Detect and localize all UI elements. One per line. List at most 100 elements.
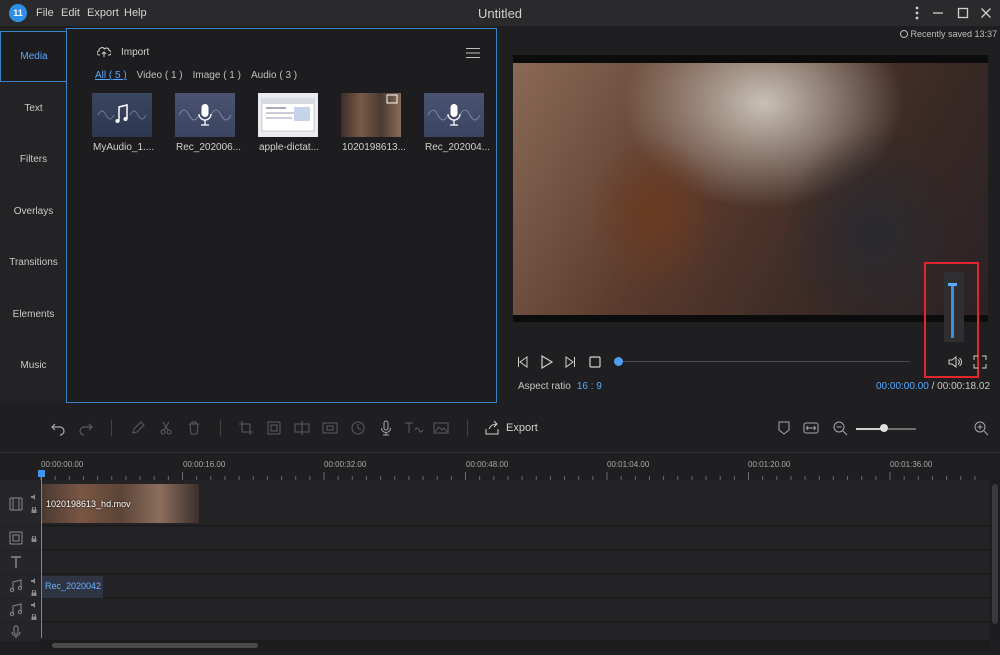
media-item-image-thumb[interactable] [258, 93, 318, 137]
speaker-icon[interactable] [31, 602, 37, 608]
media-item-recording-thumb[interactable] [175, 93, 235, 137]
zoom-out-icon[interactable] [832, 420, 848, 436]
horizontal-scroll-thumb[interactable] [52, 643, 258, 648]
tab-transitions[interactable]: Transitions [0, 237, 67, 288]
music-track[interactable] [0, 599, 990, 622]
resize-icon[interactable] [266, 420, 282, 436]
zoom-handle[interactable] [880, 424, 888, 432]
crop-icon[interactable] [238, 420, 254, 436]
media-item-label: 1020198613... [342, 142, 406, 153]
aspect-label: Aspect ratio [518, 381, 571, 392]
tab-media[interactable]: Media [0, 31, 67, 82]
overlay-track[interactable] [0, 527, 990, 550]
audio-track[interactable] [0, 575, 990, 598]
music-track-icon [9, 579, 23, 593]
import-label: Import [121, 46, 150, 58]
ruler-label: 00:01:04.00 [607, 460, 650, 469]
vertical-scroll-thumb[interactable] [992, 484, 998, 624]
lock-icon[interactable] [31, 536, 37, 542]
tab-elements[interactable]: Elements [0, 289, 67, 340]
next-frame-icon[interactable] [563, 355, 577, 369]
lock-icon[interactable] [31, 590, 37, 596]
minimize-icon[interactable] [930, 5, 946, 21]
undo-icon[interactable] [50, 420, 66, 436]
media-filter-bar: All ( 5 ) Video ( 1 ) Image ( 1 ) Audio … [95, 70, 297, 81]
video-preview[interactable] [513, 55, 988, 322]
text-to-speech-icon[interactable] [404, 420, 424, 436]
ruler-label: 00:00:16.00 [183, 460, 226, 469]
video-track-icon [9, 497, 23, 511]
image-edit-icon[interactable] [433, 420, 449, 436]
stop-icon[interactable] [588, 355, 602, 369]
toolbar-divider [111, 420, 112, 436]
audio-clip[interactable]: Rec_2020042 [42, 576, 103, 598]
tab-text[interactable]: Text [0, 83, 67, 134]
list-view-icon[interactable] [466, 47, 480, 59]
import-icon [97, 46, 111, 58]
export-icon [484, 420, 500, 436]
mosaic-icon[interactable] [322, 420, 338, 436]
ruler-label: 00:01:36.00 [890, 460, 933, 469]
import-button[interactable]: Import [97, 46, 149, 58]
play-icon[interactable] [540, 355, 554, 369]
tab-filters[interactable]: Filters [0, 134, 67, 185]
zoom-in-icon[interactable] [973, 420, 989, 436]
tab-music[interactable]: Music [0, 340, 67, 391]
playhead-handle[interactable] [38, 470, 45, 477]
microphone-icon[interactable] [378, 420, 394, 436]
aspect-ratio: Aspect ratio 16 : 9 [518, 381, 602, 392]
close-icon[interactable] [978, 5, 994, 21]
audio-clip-label: Rec_2020042 [45, 581, 102, 591]
more-options-icon[interactable] [909, 5, 925, 21]
playback-handle[interactable] [614, 357, 623, 366]
playhead[interactable] [41, 472, 42, 638]
volume-icon[interactable] [948, 355, 962, 369]
lock-icon[interactable] [31, 614, 37, 620]
video-clip[interactable]: 1020198613_hd.mov [42, 484, 199, 523]
overlay-track-icon [9, 531, 23, 545]
time-separator: / [931, 381, 935, 392]
fullscreen-icon[interactable] [973, 355, 987, 369]
music-track-icon [9, 603, 23, 617]
saved-text: Recently saved 13:37 [910, 29, 998, 39]
split-icon[interactable] [294, 420, 310, 436]
microphone-track-icon [9, 625, 23, 639]
ruler-label: 00:00:00.00 [41, 460, 84, 469]
fit-timeline-icon[interactable] [803, 420, 819, 436]
lock-icon[interactable] [31, 507, 37, 513]
filter-video[interactable]: Video ( 1 ) [137, 70, 183, 81]
edit-pencil-icon[interactable] [130, 420, 146, 436]
ruler-ticks [40, 472, 976, 480]
filter-image[interactable]: Image ( 1 ) [193, 70, 241, 81]
marker-icon[interactable] [776, 420, 792, 436]
aspect-value[interactable]: 16 : 9 [577, 381, 602, 392]
text-track[interactable] [0, 551, 990, 574]
previous-frame-icon[interactable] [516, 355, 530, 369]
maximize-icon[interactable] [955, 5, 971, 21]
media-item-recording-thumb[interactable] [424, 93, 484, 137]
ruler-label: 00:00:32.00 [324, 460, 367, 469]
filter-all[interactable]: All ( 5 ) [95, 70, 127, 81]
voice-track[interactable] [0, 623, 990, 641]
timecode: 00:00:00.00 / 00:00:18.02 [876, 381, 990, 392]
media-panel: Import All ( 5 ) Video ( 1 ) Image ( 1 )… [66, 28, 497, 403]
ruler-label: 00:01:20.00 [748, 460, 791, 469]
export-button[interactable]: Export [484, 420, 538, 436]
ruler-label: 00:00:48.00 [466, 460, 509, 469]
speaker-icon[interactable] [31, 494, 37, 500]
redo-icon[interactable] [78, 420, 94, 436]
speed-icon[interactable] [350, 420, 366, 436]
media-item-label: apple-dictat... [259, 142, 320, 153]
media-item-audio-thumb[interactable] [92, 93, 152, 137]
speaker-icon[interactable] [31, 578, 37, 584]
playback-progress[interactable] [620, 361, 910, 362]
media-item-label: Rec_202006... [176, 142, 242, 153]
media-item-video-thumb[interactable] [341, 93, 401, 137]
current-time: 00:00:00.00 [876, 381, 929, 392]
scissors-icon[interactable] [158, 420, 174, 436]
tab-overlays[interactable]: Overlays [0, 186, 67, 237]
total-time: 00:00:18.02 [937, 381, 990, 392]
window-title: Untitled [477, 6, 523, 21]
filter-audio[interactable]: Audio ( 3 ) [251, 70, 297, 81]
trash-icon[interactable] [186, 420, 202, 436]
